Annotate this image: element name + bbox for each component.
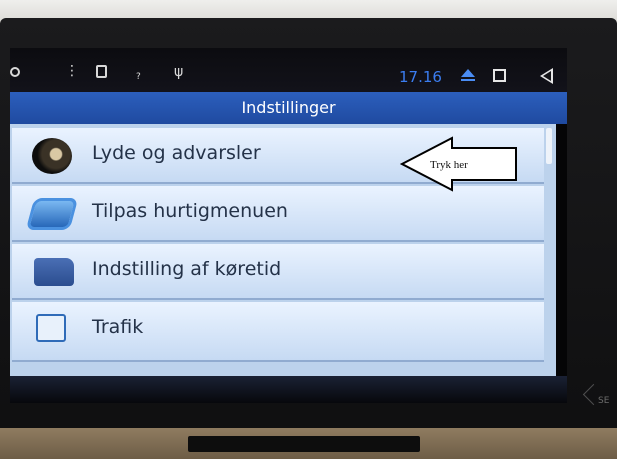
bezel-corner-label: SE [598,396,610,406]
menu-item-label: Indstilling af køretid [92,258,282,280]
menu-item-label: Tilpas hurtigmenuen [92,200,288,222]
menu-item-traffic[interactable]: Trafik [12,302,544,362]
recent-apps-icon[interactable] [493,69,506,82]
screen-footer [10,376,567,403]
menu-item-label: Lyde og advarsler [92,142,261,164]
speaker-icon [32,138,72,174]
status-time: 17.16 [399,68,442,86]
eject-icon[interactable] [461,69,475,81]
menu-item-label: Trafik [92,316,144,338]
truck-icon [34,258,74,286]
status-bar: ⋮ ? ψ 17.16 [10,48,567,92]
sd-card-icon [96,65,107,78]
traffic-icon [36,314,66,342]
callout-label: Tryk her [430,159,468,171]
back-icon[interactable] [540,68,553,84]
wifi-question-icon: ? [136,72,141,82]
device-stand [188,436,420,452]
page-title: Indstillinger [10,92,567,124]
list-scrollbar[interactable] [546,128,552,164]
menu-item-drive-time[interactable]: Indstilling af køretid [12,244,544,300]
circle-icon[interactable] [10,67,20,77]
device-screen: ⋮ ? ψ 17.16 Indstillinger Lyde og advars… [10,48,567,403]
quick-menu-icon [25,198,79,230]
overflow-menu-icon[interactable]: ⋮ [65,64,79,78]
menu-item-quick-menu[interactable]: Tilpas hurtigmenuen [12,186,544,242]
usb-icon: ψ [174,64,184,80]
